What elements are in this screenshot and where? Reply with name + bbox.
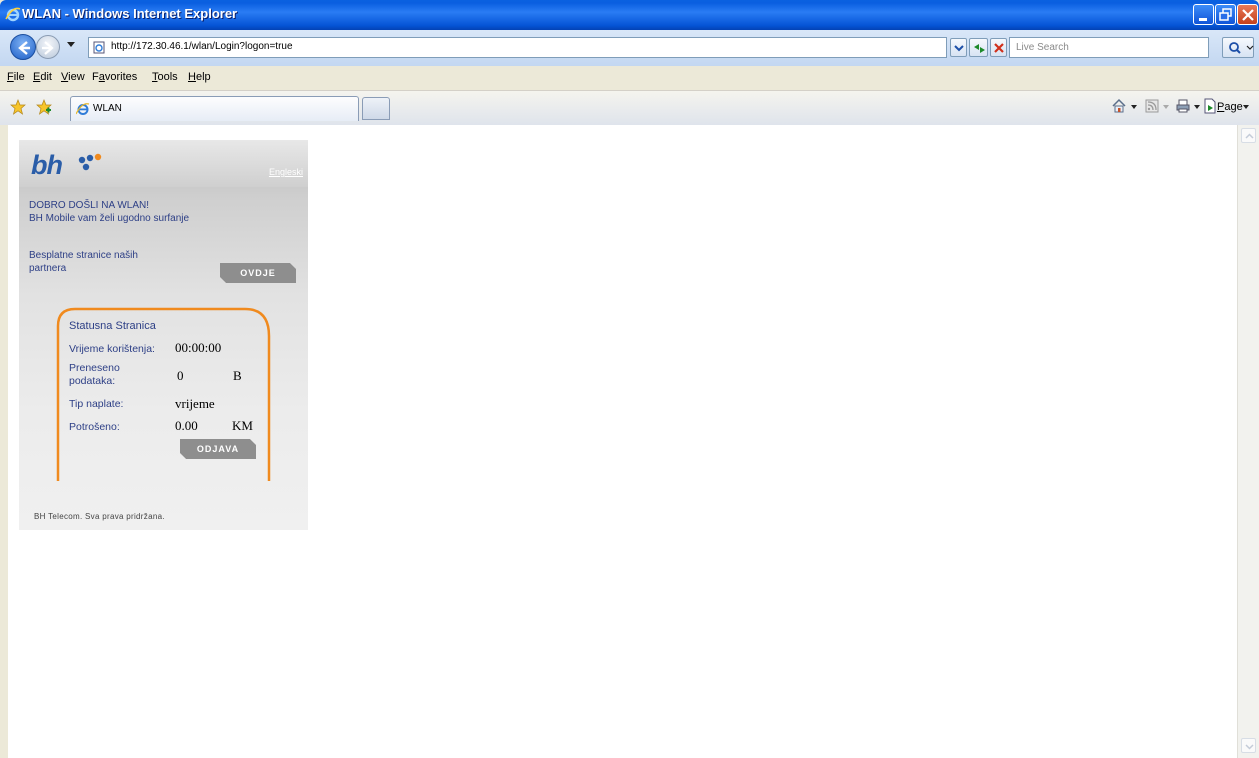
page-menu-icon[interactable] [1202, 98, 1218, 114]
address-toolbar: http://172.30.46.1/wlan/Login?logon=true… [0, 30, 1259, 67]
minimize-icon [1199, 18, 1207, 21]
chevron-up-icon [1245, 133, 1254, 139]
status-title: Statusna Stranica [69, 320, 156, 332]
panel-header [19, 140, 308, 187]
menu-tools[interactable]: Tools [152, 71, 178, 83]
print-icon[interactable] [1175, 98, 1191, 114]
usage-time-label: Vrijeme korištenja: [69, 343, 155, 355]
menu-bar: File Edit View Favorites Tools Help [0, 66, 1259, 91]
refresh-button[interactable] [969, 38, 988, 57]
language-link[interactable]: Engleski [269, 167, 303, 177]
partners-text-line1: Besplatne stranice naših [29, 250, 138, 261]
partners-ovdje-button[interactable]: OVDJE [220, 263, 296, 283]
transferred-unit: B [233, 368, 242, 383]
window-title: WLAN - Windows Internet Explorer [22, 6, 238, 21]
bh-logo-dots-icon [78, 153, 102, 171]
tab-label: WLAN [93, 103, 122, 114]
page-menu-label[interactable]: Page [1217, 101, 1243, 113]
feeds-icon[interactable] [1144, 98, 1160, 114]
refresh-icon [974, 44, 985, 53]
copyright-footer: BH Telecom. Sva prava pridržana. [34, 512, 165, 521]
transferred-label-line1: Preneseno [69, 362, 120, 374]
title-bar: WLAN - Windows Internet Explorer [0, 0, 1259, 30]
close-button[interactable] [1237, 4, 1258, 25]
transferred-value: 0 [177, 368, 184, 383]
spent-label: Potrošeno: [69, 421, 120, 433]
vertical-scrollbar[interactable] [1237, 125, 1259, 758]
spent-value: 0.00 [175, 418, 198, 433]
menu-file[interactable]: File [7, 71, 25, 83]
page-dropdown-caret[interactable] [1243, 105, 1249, 109]
restore-button[interactable] [1215, 4, 1236, 25]
search-button[interactable] [1222, 37, 1254, 58]
add-favorite-icon[interactable] [36, 99, 52, 115]
welcome-subtitle: BH Mobile vam želi ugodno surfanje [29, 213, 190, 224]
favorites-center-icon[interactable] [10, 99, 26, 115]
usage-time-value: 00:00:00 [175, 340, 222, 355]
scroll-up-button[interactable] [1241, 128, 1256, 143]
partners-text-line2: partnera [29, 263, 67, 274]
menu-help[interactable]: Help [188, 71, 211, 83]
forward-arrow-icon [42, 41, 54, 55]
ie-page-icon [76, 103, 90, 115]
ie-logo-icon [5, 7, 21, 22]
search-input[interactable]: Live Search [1009, 37, 1209, 58]
wlan-login-panel: bh Engleski DOBRO DOŠLI NA WLAN! BH Mobi… [19, 140, 308, 530]
menu-view[interactable]: View [61, 71, 85, 83]
billing-type-label: Tip naplate: [69, 398, 124, 410]
logout-button[interactable]: ODJAVA [180, 439, 256, 459]
address-input[interactable]: http://172.30.46.1/wlan/Login?logon=true [88, 37, 947, 58]
recent-pages-dropdown[interactable] [67, 42, 75, 47]
bh-logo: bh [31, 150, 63, 180]
chevron-down-icon [1245, 744, 1254, 750]
page-icon [93, 41, 105, 54]
window-left-border [0, 125, 8, 758]
address-url: http://172.30.46.1/wlan/Login?logon=true [111, 41, 293, 52]
menu-favorites[interactable]: Favorites [92, 71, 137, 83]
new-tab-button[interactable] [362, 97, 390, 120]
minimize-button[interactable] [1193, 4, 1214, 25]
forward-button[interactable] [36, 35, 60, 59]
back-arrow-icon [18, 41, 30, 55]
billing-type-value: vrijeme [175, 396, 215, 411]
address-dropdown-button[interactable] [950, 38, 967, 57]
menu-edit[interactable]: Edit [33, 71, 52, 83]
restore-icon [1219, 8, 1232, 21]
spent-unit: KM [232, 418, 253, 433]
tab-bar: WLAN Page [0, 91, 1259, 126]
search-placeholder: Live Search [1016, 42, 1069, 53]
scroll-down-button[interactable] [1241, 738, 1256, 753]
print-dropdown-caret[interactable] [1194, 105, 1200, 109]
home-icon[interactable] [1111, 98, 1127, 114]
search-icon [1229, 42, 1254, 54]
stop-button[interactable] [990, 38, 1007, 57]
home-dropdown-caret[interactable] [1131, 105, 1137, 109]
welcome-heading: DOBRO DOŠLI NA WLAN! [29, 200, 150, 211]
transferred-label-line2: podataka: [69, 375, 116, 387]
feeds-dropdown-caret[interactable] [1163, 105, 1169, 109]
back-button[interactable] [10, 34, 36, 60]
close-icon [1242, 9, 1254, 21]
chevron-down-icon [954, 45, 964, 52]
tab-wlan[interactable]: WLAN [70, 96, 359, 121]
stop-icon [994, 43, 1004, 53]
